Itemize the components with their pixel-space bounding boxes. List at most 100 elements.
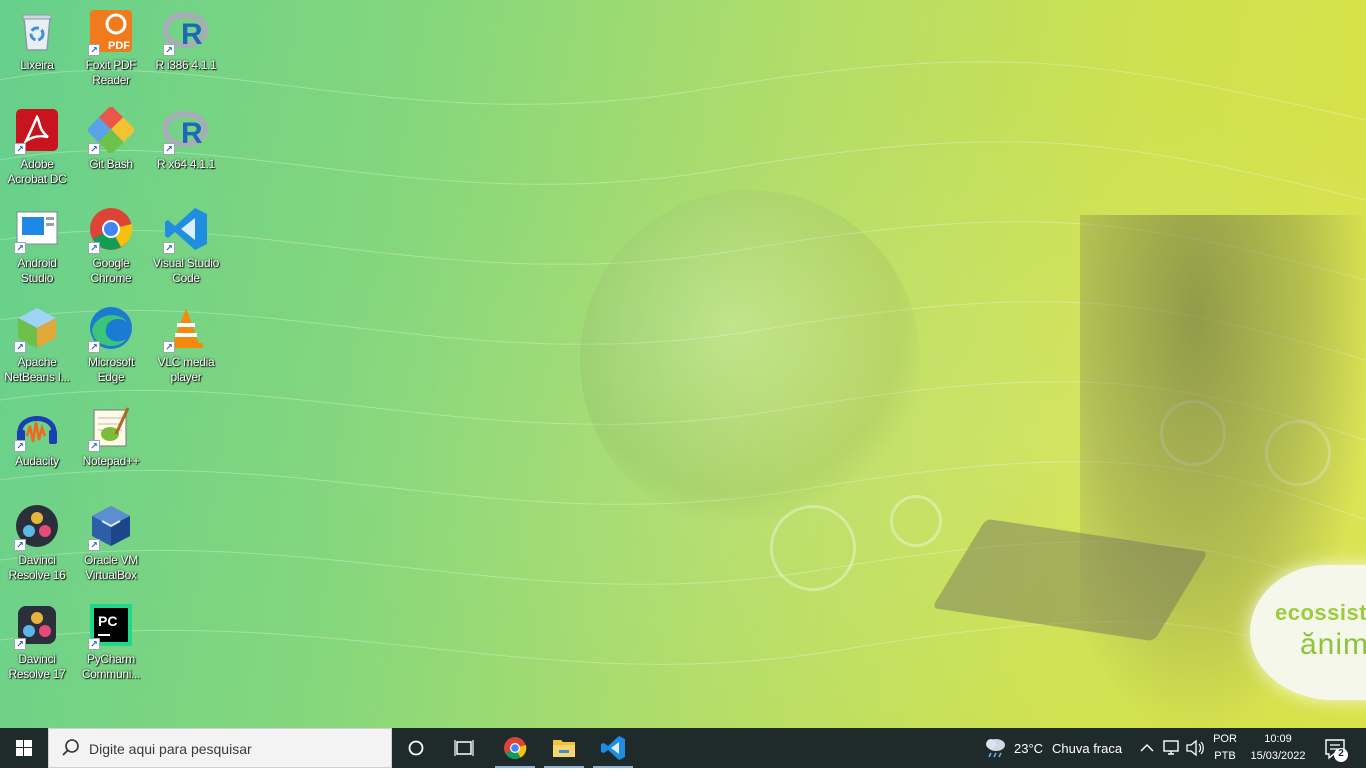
desktop-icon-label: Android Studio — [17, 256, 57, 285]
recycle-bin-icon — [14, 8, 60, 54]
svg-text:R: R — [181, 117, 203, 150]
virtualbox-icon: ↗ — [88, 503, 134, 551]
shortcut-arrow-icon: ↗ — [14, 539, 26, 551]
netbeans-icon: ↗ — [14, 305, 60, 353]
windows-logo-icon — [16, 740, 32, 756]
shortcut-arrow-icon: ↗ — [163, 242, 175, 254]
shortcut-arrow-icon: ↗ — [88, 341, 100, 353]
shortcut-arrow-icon: ↗ — [14, 242, 26, 254]
vscode-icon — [601, 736, 625, 760]
search-input[interactable] — [87, 729, 387, 769]
desktop-icon-r-x64[interactable]: R ↗ R x64 4.1.1 — [149, 101, 223, 197]
search-box[interactable] — [48, 728, 392, 769]
keyboard-layout: PTB — [1214, 750, 1236, 762]
task-view-icon — [454, 740, 474, 756]
desktop[interactable]: ecossist ănim Lixeira PDF ↗ Foxit PDF Re… — [0, 0, 1366, 728]
desktop-icon-pycharm[interactable]: PC ↗ PyCharm Communi... — [74, 596, 148, 692]
clock-date: 15/03/2022 — [1250, 750, 1306, 762]
desktop-icon-foxit[interactable]: PDF ↗ Foxit PDF Reader — [74, 2, 148, 98]
notepadpp-icon: ↗ — [88, 404, 134, 452]
chrome-icon: ↗ — [88, 206, 134, 254]
taskbar-app-file-explorer[interactable] — [540, 728, 588, 768]
network-icon — [1163, 740, 1179, 755]
search-icon — [62, 739, 79, 756]
desktop-icon-label: Lixeira — [20, 58, 54, 72]
desktop-icon-label: Adobe Acrobat DC — [7, 157, 67, 186]
speaker-icon — [1186, 739, 1204, 757]
clock[interactable]: 10:09 15/03/2022 — [1243, 728, 1313, 768]
desktop-icon-label: Visual Studio Code — [153, 256, 219, 285]
taskbar-app-chrome[interactable] — [491, 728, 539, 768]
desktop-icon-label: Google Chrome — [90, 256, 132, 285]
shortcut-arrow-icon: ↗ — [88, 638, 100, 650]
desktop-icon-davinci-16[interactable]: ↗ Davinci Resolve 16 — [0, 497, 74, 593]
wallpaper-ring — [890, 495, 942, 547]
shortcut-arrow-icon: ↗ — [14, 638, 26, 650]
weather-widget[interactable]: 23°C Chuva fraca — [980, 728, 1130, 768]
shortcut-arrow-icon: ↗ — [14, 341, 26, 353]
shortcut-arrow-icon: ↗ — [163, 143, 175, 155]
svg-text:R: R — [181, 18, 203, 51]
r-logo-icon: R ↗ — [162, 8, 209, 56]
desktop-icon-git-bash[interactable]: ↗ Git Bash — [74, 101, 148, 197]
volume-button[interactable] — [1183, 728, 1207, 768]
vscode-icon: ↗ — [163, 206, 209, 254]
desktop-icon-audacity[interactable]: ↗ Audacity — [0, 398, 74, 494]
wallpaper-globe — [580, 190, 920, 530]
weather-condition: Chuva fraca — [1052, 741, 1123, 756]
cortana-button[interactable] — [392, 728, 440, 768]
davinci-resolve-icon: ↗ — [14, 602, 60, 650]
task-view-button[interactable] — [440, 728, 488, 768]
rain-cloud-icon — [986, 739, 1005, 758]
shortcut-arrow-icon: ↗ — [163, 44, 175, 56]
desktop-icon-android-studio[interactable]: ↗ Android Studio — [0, 200, 74, 296]
desktop-icon-netbeans[interactable]: ↗ Apache NetBeans I... — [0, 299, 74, 395]
desktop-icon-google-chrome[interactable]: ↗ Google Chrome — [74, 200, 148, 296]
desktop-icon-label: Notepad++ — [82, 454, 140, 468]
desktop-icon-label: R i386 4.1.1 — [155, 58, 217, 72]
network-button[interactable] — [1159, 728, 1183, 768]
desktop-icon-edge[interactable]: ↗ Microsoft Edge — [74, 299, 148, 395]
desktop-icon-r-i386[interactable]: R ↗ R i386 4.1.1 — [149, 2, 223, 98]
start-button[interactable] — [0, 728, 48, 768]
wallpaper-brand-text: ecossist — [1275, 600, 1366, 625]
desktop-icon-label: PyCharm Communi... — [81, 652, 141, 681]
action-center-button[interactable]: 2 — [1318, 728, 1366, 768]
weather-temp: 23°C — [1014, 741, 1044, 756]
desktop-icon-notepadpp[interactable]: ↗ Notepad++ — [74, 398, 148, 494]
foxit-pdf-icon: PDF ↗ — [88, 8, 134, 56]
desktop-icon-lixeira[interactable]: Lixeira — [0, 2, 74, 98]
show-hidden-icons-button[interactable] — [1136, 728, 1158, 768]
edge-icon: ↗ — [88, 305, 134, 353]
desktop-icon-label: Git Bash — [89, 157, 133, 171]
shortcut-arrow-icon: ↗ — [14, 440, 26, 452]
svg-text:PDF: PDF — [108, 40, 130, 52]
chevron-up-icon — [1140, 743, 1154, 752]
android-studio-icon: ↗ — [14, 206, 60, 254]
taskbar-app-vscode[interactable] — [589, 728, 637, 768]
chrome-icon — [504, 737, 527, 759]
shortcut-arrow-icon: ↗ — [163, 341, 175, 353]
desktop-icon-label: Foxit PDF Reader — [85, 58, 137, 87]
pycharm-icon: PC ↗ — [88, 602, 134, 650]
input-language-button[interactable]: POR PTB — [1207, 728, 1243, 768]
desktop-icon-vlc[interactable]: ↗ VLC media player — [149, 299, 223, 395]
desktop-icon-adobe-acrobat[interactable]: ↗ Adobe Acrobat DC — [0, 101, 74, 197]
shortcut-arrow-icon: ↗ — [88, 242, 100, 254]
desktop-icon-label: Audacity — [15, 454, 59, 468]
desktop-icon-vscode[interactable]: ↗ Visual Studio Code — [149, 200, 223, 296]
folder-icon — [553, 740, 575, 757]
desktop-icon-label: Oracle VM VirtualBox — [84, 553, 138, 582]
shortcut-arrow-icon: ↗ — [88, 539, 100, 551]
shortcut-arrow-icon: ↗ — [88, 44, 100, 56]
desktop-icon-davinci-17[interactable]: ↗ Davinci Resolve 17 — [0, 596, 74, 692]
svg-text:PC: PC — [98, 613, 117, 629]
desktop-icon-label: R x64 4.1.1 — [156, 157, 216, 171]
audacity-icon: ↗ — [14, 404, 60, 452]
language-code: POR — [1213, 733, 1237, 745]
adobe-acrobat-icon: ↗ — [14, 107, 60, 155]
wallpaper-brand-text: ănim — [1300, 628, 1366, 661]
shortcut-arrow-icon: ↗ — [14, 143, 26, 155]
desktop-icon-virtualbox[interactable]: ↗ Oracle VM VirtualBox — [74, 497, 148, 593]
vlc-icon: ↗ — [163, 305, 209, 353]
